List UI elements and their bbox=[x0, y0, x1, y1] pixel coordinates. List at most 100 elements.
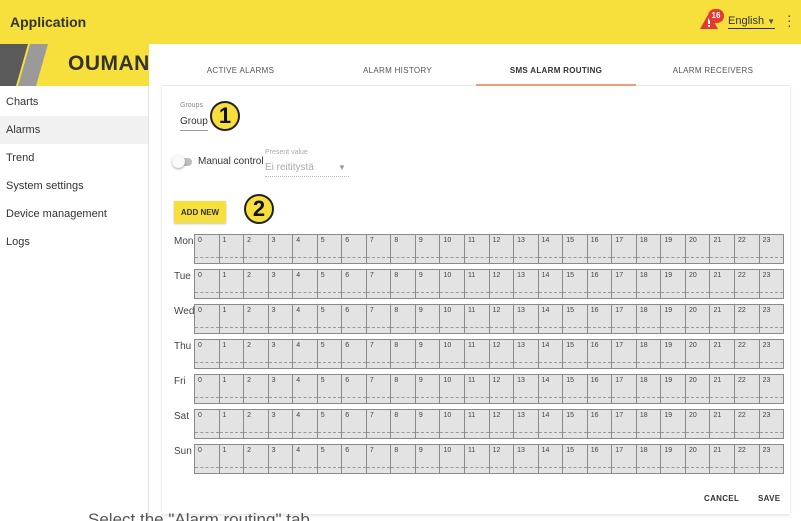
hour-cell[interactable]: 5 bbox=[316, 304, 342, 334]
hour-cell[interactable]: 12 bbox=[488, 374, 514, 404]
hour-cell[interactable]: 16 bbox=[586, 234, 612, 264]
hour-cell[interactable]: 23 bbox=[758, 409, 785, 439]
hour-cell[interactable]: 1 bbox=[218, 304, 244, 334]
hour-cell[interactable]: 1 bbox=[218, 339, 244, 369]
hour-cell[interactable]: 0 bbox=[194, 409, 219, 439]
hour-cell[interactable]: 23 bbox=[758, 269, 785, 299]
hour-cell[interactable]: 18 bbox=[635, 339, 661, 369]
hour-cell[interactable]: 13 bbox=[513, 234, 538, 264]
hour-cell[interactable]: 7 bbox=[365, 269, 391, 299]
hour-cell[interactable]: 16 bbox=[586, 304, 612, 334]
hour-cell[interactable]: 8 bbox=[390, 374, 415, 404]
hour-cell[interactable]: 5 bbox=[316, 234, 342, 264]
hour-cell[interactable]: 2 bbox=[243, 234, 268, 264]
hour-cell[interactable]: 11 bbox=[464, 269, 489, 299]
hour-cell[interactable]: 19 bbox=[660, 269, 685, 299]
hour-cell[interactable]: 14 bbox=[537, 409, 563, 439]
groups-select[interactable]: Group bbox=[180, 116, 208, 127]
hour-cell[interactable]: 3 bbox=[267, 409, 293, 439]
hour-cell[interactable]: 22 bbox=[734, 234, 759, 264]
hour-cell[interactable]: 2 bbox=[243, 409, 268, 439]
hour-cell[interactable]: 2 bbox=[243, 444, 268, 474]
hour-cell[interactable]: 4 bbox=[292, 444, 317, 474]
hour-cell[interactable]: 3 bbox=[267, 269, 293, 299]
hour-cell[interactable]: 17 bbox=[611, 304, 636, 334]
hour-cell[interactable]: 14 bbox=[537, 339, 563, 369]
more-menu-icon[interactable]: · · · bbox=[787, 8, 792, 32]
hour-cell[interactable]: 6 bbox=[341, 269, 366, 299]
save-button[interactable]: SAVE bbox=[758, 494, 780, 503]
hour-cell[interactable]: 20 bbox=[684, 234, 710, 264]
hour-cell[interactable]: 20 bbox=[684, 339, 710, 369]
hour-cell[interactable]: 8 bbox=[390, 444, 415, 474]
hour-cell[interactable]: 23 bbox=[758, 444, 785, 474]
hour-cell[interactable]: 21 bbox=[709, 269, 735, 299]
hour-cell[interactable]: 14 bbox=[537, 374, 563, 404]
hour-cell[interactable]: 20 bbox=[684, 304, 710, 334]
hour-cell[interactable]: 4 bbox=[292, 374, 317, 404]
sidebar-item-logs[interactable]: Logs bbox=[0, 228, 148, 256]
hour-cell[interactable]: 16 bbox=[586, 409, 612, 439]
hour-cell[interactable]: 5 bbox=[316, 269, 342, 299]
hour-cell[interactable]: 13 bbox=[513, 374, 538, 404]
hour-cell[interactable]: 22 bbox=[734, 409, 759, 439]
hour-cell[interactable]: 23 bbox=[758, 374, 785, 404]
hour-cell[interactable]: 0 bbox=[194, 304, 219, 334]
hour-cell[interactable]: 9 bbox=[414, 409, 440, 439]
hour-cell[interactable]: 22 bbox=[734, 269, 759, 299]
language-select[interactable]: English ▼ bbox=[728, 15, 775, 29]
hour-cell[interactable]: 1 bbox=[218, 409, 244, 439]
hour-cell[interactable]: 13 bbox=[513, 409, 538, 439]
hour-cell[interactable]: 6 bbox=[341, 339, 366, 369]
hour-cell[interactable]: 22 bbox=[734, 339, 759, 369]
hour-cell[interactable]: 9 bbox=[414, 269, 440, 299]
tab-alarm-receivers[interactable]: ALARM RECEIVERS bbox=[636, 56, 790, 86]
hour-cell[interactable]: 18 bbox=[635, 409, 661, 439]
hour-cell[interactable]: 23 bbox=[758, 339, 785, 369]
hour-cell[interactable]: 6 bbox=[341, 444, 366, 474]
hour-cell[interactable]: 19 bbox=[660, 339, 685, 369]
hour-cell[interactable]: 17 bbox=[611, 444, 636, 474]
hour-cell[interactable]: 16 bbox=[586, 444, 612, 474]
hour-cell[interactable]: 11 bbox=[464, 444, 489, 474]
hour-cell[interactable]: 18 bbox=[635, 444, 661, 474]
hour-cell[interactable]: 11 bbox=[464, 304, 489, 334]
hour-cell[interactable]: 18 bbox=[635, 234, 661, 264]
sidebar-item-alarms[interactable]: Alarms bbox=[0, 116, 148, 144]
hour-cell[interactable]: 19 bbox=[660, 409, 685, 439]
hour-cell[interactable]: 7 bbox=[365, 304, 391, 334]
hour-cell[interactable]: 19 bbox=[660, 234, 685, 264]
hour-cell[interactable]: 1 bbox=[218, 234, 244, 264]
hour-cell[interactable]: 9 bbox=[414, 304, 440, 334]
hour-cell[interactable]: 11 bbox=[464, 339, 489, 369]
hour-cell[interactable]: 8 bbox=[390, 339, 415, 369]
hour-cell[interactable]: 8 bbox=[390, 234, 415, 264]
hour-cell[interactable]: 3 bbox=[267, 444, 293, 474]
sidebar-item-charts[interactable]: Charts bbox=[0, 88, 148, 116]
hour-cell[interactable]: 4 bbox=[292, 304, 317, 334]
hour-cell[interactable]: 5 bbox=[316, 444, 342, 474]
hour-cell[interactable]: 1 bbox=[218, 374, 244, 404]
hour-cell[interactable]: 3 bbox=[267, 374, 293, 404]
hour-cell[interactable]: 9 bbox=[414, 374, 440, 404]
toggle-knob[interactable] bbox=[172, 155, 185, 168]
hour-cell[interactable]: 8 bbox=[390, 304, 415, 334]
hour-cell[interactable]: 17 bbox=[611, 374, 636, 404]
hour-cell[interactable]: 11 bbox=[464, 374, 489, 404]
hour-cell[interactable]: 23 bbox=[758, 304, 785, 334]
hour-cell[interactable]: 4 bbox=[292, 339, 317, 369]
hour-cell[interactable]: 10 bbox=[439, 269, 465, 299]
hour-cell[interactable]: 19 bbox=[660, 374, 685, 404]
tab-active-alarms[interactable]: ACTIVE ALARMS bbox=[162, 56, 319, 86]
hour-cell[interactable]: 21 bbox=[709, 409, 735, 439]
hour-cell[interactable]: 15 bbox=[562, 374, 587, 404]
hour-cell[interactable]: 0 bbox=[194, 269, 219, 299]
hour-cell[interactable]: 19 bbox=[660, 304, 685, 334]
hour-cell[interactable]: 3 bbox=[267, 304, 293, 334]
tab-sms-alarm-routing[interactable]: SMS ALARM ROUTING bbox=[476, 56, 636, 86]
sidebar-item-trend[interactable]: Trend bbox=[0, 144, 148, 172]
hour-cell[interactable]: 7 bbox=[365, 374, 391, 404]
hour-cell[interactable]: 18 bbox=[635, 304, 661, 334]
hour-cell[interactable]: 18 bbox=[635, 269, 661, 299]
hour-cell[interactable]: 10 bbox=[439, 339, 465, 369]
